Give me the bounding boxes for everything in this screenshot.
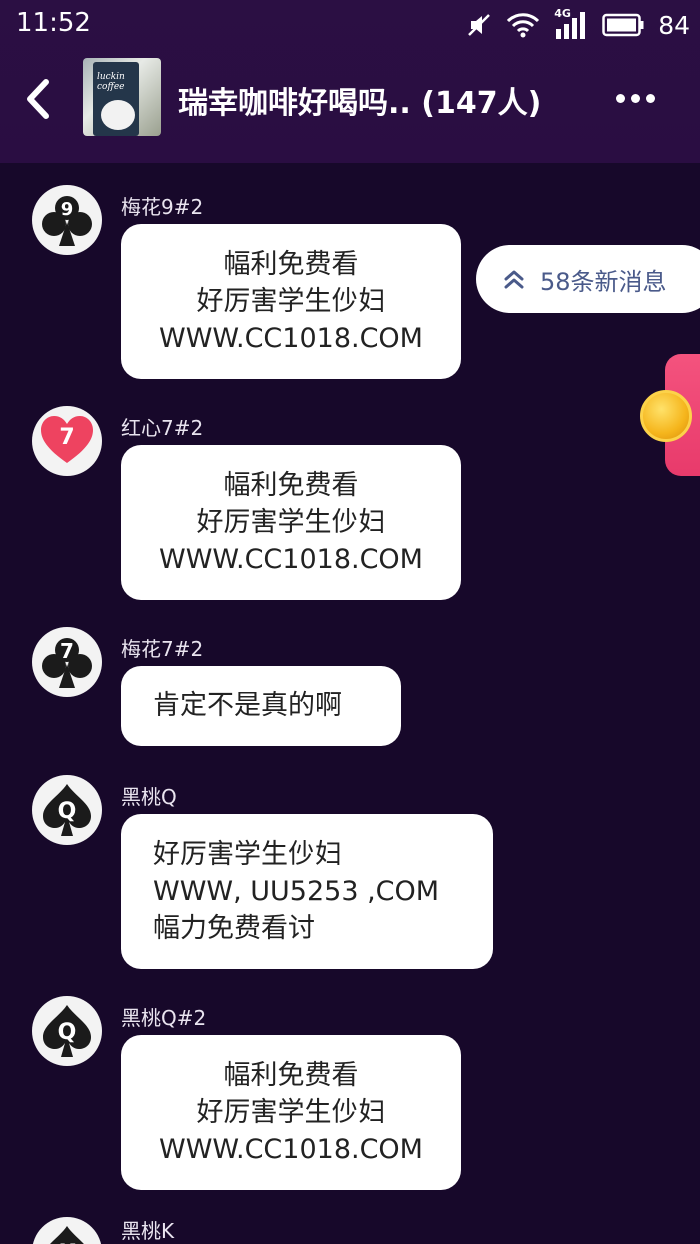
chevron-left-icon [27, 79, 49, 119]
status-icons: 4G 84 [466, 7, 690, 42]
new-messages-button[interactable]: 58条新消息 [476, 245, 700, 313]
status-time: 11:52 [16, 8, 91, 38]
signal-icon: 4G [554, 7, 588, 39]
back-button[interactable] [22, 76, 62, 122]
sender-name: 梅花9#2 [121, 195, 204, 219]
message-line: WWW.CC1018.COM [159, 323, 423, 354]
group-avatar[interactable]: luckin coffee [83, 58, 161, 136]
message-line: 幅利免费看 [223, 249, 359, 280]
message-line: WWW, UU5253 ,COM [153, 876, 440, 907]
spade-icon: Q [43, 1005, 91, 1057]
battery-level: 84 [658, 10, 690, 40]
avatar-label: 7 [60, 639, 74, 663]
heart-icon: 7 [41, 416, 93, 463]
sender-name: 黑桃Q#2 [121, 1006, 207, 1030]
avatar[interactable]: Q [32, 996, 102, 1066]
avatar[interactable]: 7 [32, 627, 102, 697]
cup-logo: luckin coffee [97, 72, 125, 92]
message-bubble[interactable]: 肯定不是真的啊 [121, 666, 401, 746]
message-line: 好厉害学生仯妇 [196, 286, 386, 317]
avatar[interactable]: K [32, 1217, 102, 1244]
sender-name: 红心7#2 [121, 416, 204, 440]
avatar-label: 7 [59, 425, 74, 450]
coin-icon[interactable] [640, 390, 692, 442]
message-bubble[interactable]: 幅利免费看 好厉害学生仯妇 WWW.CC1018.COM [121, 224, 461, 379]
coffee-cup-image: luckin coffee [93, 62, 139, 136]
avatar[interactable]: 9 [32, 185, 102, 255]
status-bar: 11:52 4G 84 [0, 0, 700, 50]
avatar-label: 9 [61, 199, 74, 220]
message-line: 肯定不是真的啊 [153, 690, 342, 721]
chat-header: luckin coffee 瑞幸咖啡好喝吗.. (147人) [0, 50, 700, 150]
more-dot [616, 93, 625, 103]
message-line: 幅力免费看讨 [153, 913, 315, 944]
more-dot [631, 93, 640, 103]
message-line: 幅利免费看 [223, 1060, 359, 1091]
top-bar: 11:52 4G 84 luckin coffee 瑞幸咖啡好喝吗.. (147… [0, 0, 700, 163]
avatar-label: Q [58, 1020, 77, 1045]
message-bubble[interactable]: 幅利免费看 好厉害学生仯妇 WWW.CC1018.COM [121, 1035, 461, 1190]
message-line: 幅利免费看 [223, 470, 359, 501]
avatar-label: Q [58, 799, 77, 824]
sender-name: 黑桃K [121, 1219, 175, 1243]
message-line: WWW.CC1018.COM [159, 1134, 423, 1165]
more-options-button[interactable] [616, 88, 656, 108]
message-line: 好厉害学生仯妇 [196, 507, 386, 538]
message-bubble[interactable]: 好厉害学生仯妇 WWW, UU5253 ,COM 幅力免费看讨 [121, 814, 493, 969]
club-icon: 9 [42, 196, 92, 246]
more-dot [646, 93, 655, 103]
battery-icon [602, 13, 644, 37]
double-chevron-up-icon [504, 270, 524, 289]
spade-icon: K [50, 1226, 84, 1244]
spade-icon: Q [43, 784, 91, 836]
chat-area[interactable]: 9 梅花9#2 幅利免费看 好厉害学生仯妇 WWW.CC1018.COM 7 红… [0, 163, 700, 1244]
mute-icon [468, 14, 491, 36]
sender-name: 黑桃Q [121, 785, 177, 809]
message-line: WWW.CC1018.COM [159, 544, 423, 575]
avatar[interactable]: 7 [32, 406, 102, 476]
group-title[interactable]: 瑞幸咖啡好喝吗.. (147人) [178, 78, 541, 122]
wifi-icon [507, 13, 540, 38]
avatar[interactable]: Q [32, 775, 102, 845]
club-icon: 7 [42, 638, 92, 688]
new-messages-label: 58条新消息 [540, 267, 667, 296]
sender-name: 梅花7#2 [121, 637, 204, 661]
message-bubble[interactable]: 幅利免费看 好厉害学生仯妇 WWW.CC1018.COM [121, 445, 461, 600]
message-line: 好厉害学生仯妇 [153, 839, 342, 870]
message-line: 好厉害学生仯妇 [196, 1097, 386, 1128]
